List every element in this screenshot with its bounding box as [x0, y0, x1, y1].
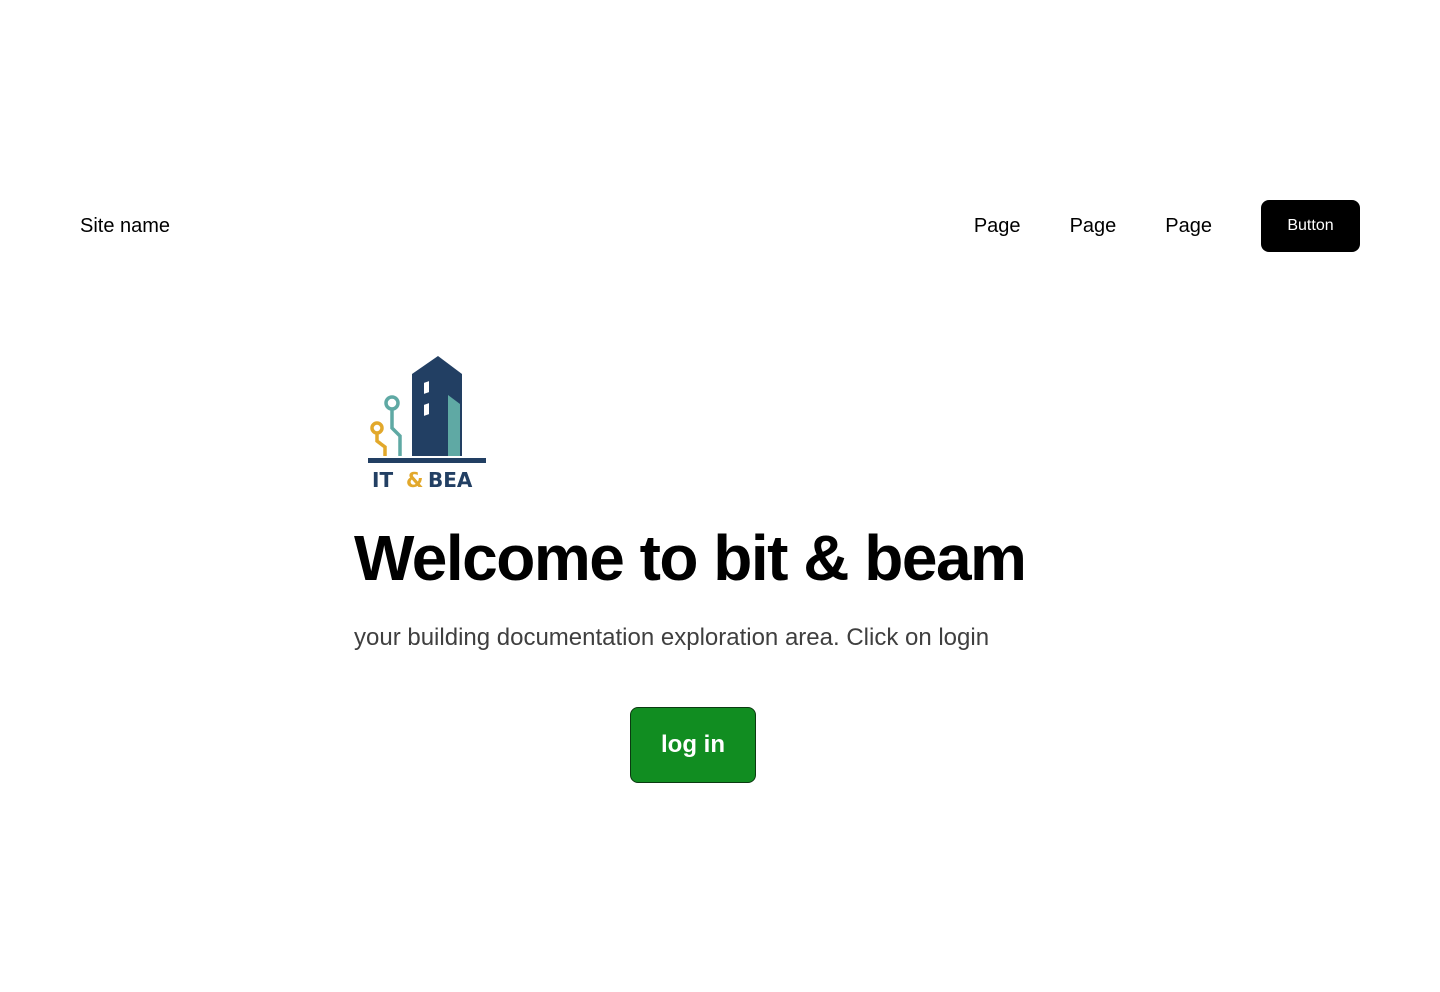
site-header: Site name Page Page Page Button — [80, 200, 1360, 252]
site-name[interactable]: Site name — [80, 213, 170, 239]
page-subtitle: your building documentation exploration … — [354, 624, 990, 651]
logo-text-bea: BEA — [428, 468, 473, 492]
logo-text-it: IT — [372, 468, 393, 492]
nav-link-page-1[interactable]: Page — [974, 213, 1021, 239]
login-button[interactable]: log in — [630, 707, 756, 783]
building-circuit-logo-icon: IT & BEA — [368, 356, 486, 492]
nav-link-page-2[interactable]: Page — [1070, 213, 1117, 239]
nav-link-page-3[interactable]: Page — [1165, 213, 1212, 239]
main-nav: Page Page Page Button — [974, 200, 1360, 252]
logo-text-amp: & — [406, 468, 423, 492]
bit-and-beam-logo: IT & BEA — [366, 352, 490, 492]
header-button[interactable]: Button — [1261, 200, 1360, 252]
page-title: Welcome to bit & beam — [354, 522, 1027, 594]
